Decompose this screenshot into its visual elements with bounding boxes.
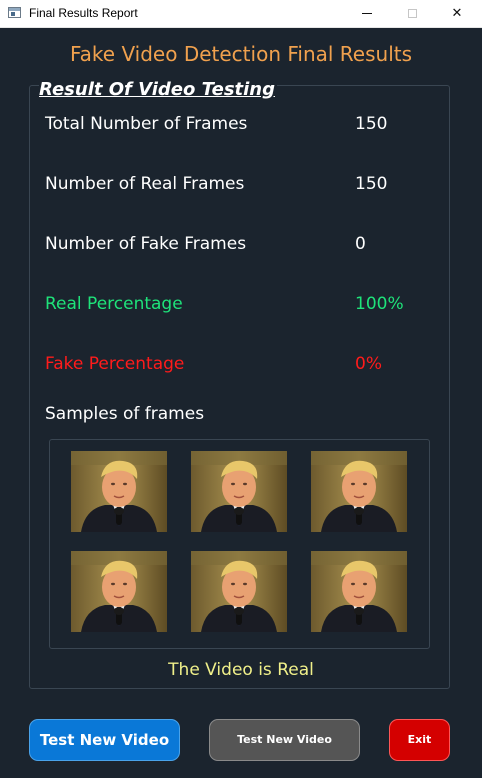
maximize-icon[interactable] bbox=[389, 0, 435, 28]
close-icon[interactable]: ✕ bbox=[434, 0, 480, 28]
sample-frame-thumbnail bbox=[311, 451, 407, 532]
sample-frame-thumbnail bbox=[311, 551, 407, 632]
fake-frames-value: 0 bbox=[355, 234, 366, 254]
fake-percentage-label: Fake Percentage bbox=[45, 354, 185, 374]
fake-frames-label: Number of Fake Frames bbox=[45, 234, 247, 254]
sample-frame-thumbnail bbox=[191, 551, 287, 632]
real-percentage-value: 100% bbox=[355, 294, 404, 314]
total-frames-label: Total Number of Frames bbox=[45, 114, 248, 134]
test-new-video-button[interactable]: Test New Video bbox=[29, 719, 180, 761]
total-frames-value: 150 bbox=[355, 114, 388, 134]
window-title-bar: Final Results Report ✕ bbox=[0, 0, 482, 28]
verdict-text: The Video is Real bbox=[168, 660, 314, 680]
real-percentage-label: Real Percentage bbox=[45, 294, 183, 314]
minimize-icon[interactable] bbox=[344, 0, 390, 28]
real-frames-value: 150 bbox=[355, 174, 388, 194]
section-title: Result Of Video Testing bbox=[39, 79, 278, 100]
sample-frame-thumbnail bbox=[71, 451, 167, 532]
exit-button[interactable]: Exit bbox=[389, 719, 450, 761]
sample-frame-thumbnail bbox=[191, 451, 287, 532]
test-new-video-secondary-button[interactable]: Test New Video bbox=[209, 719, 360, 761]
samples-label: Samples of frames bbox=[45, 404, 205, 424]
page-title: Fake Video Detection Final Results bbox=[69, 42, 413, 66]
window-title: Final Results Report bbox=[29, 6, 138, 20]
fake-percentage-value: 0% bbox=[355, 354, 382, 374]
real-frames-label: Number of Real Frames bbox=[45, 174, 245, 194]
window-app-icon bbox=[8, 7, 21, 18]
sample-frame-thumbnail bbox=[71, 551, 167, 632]
